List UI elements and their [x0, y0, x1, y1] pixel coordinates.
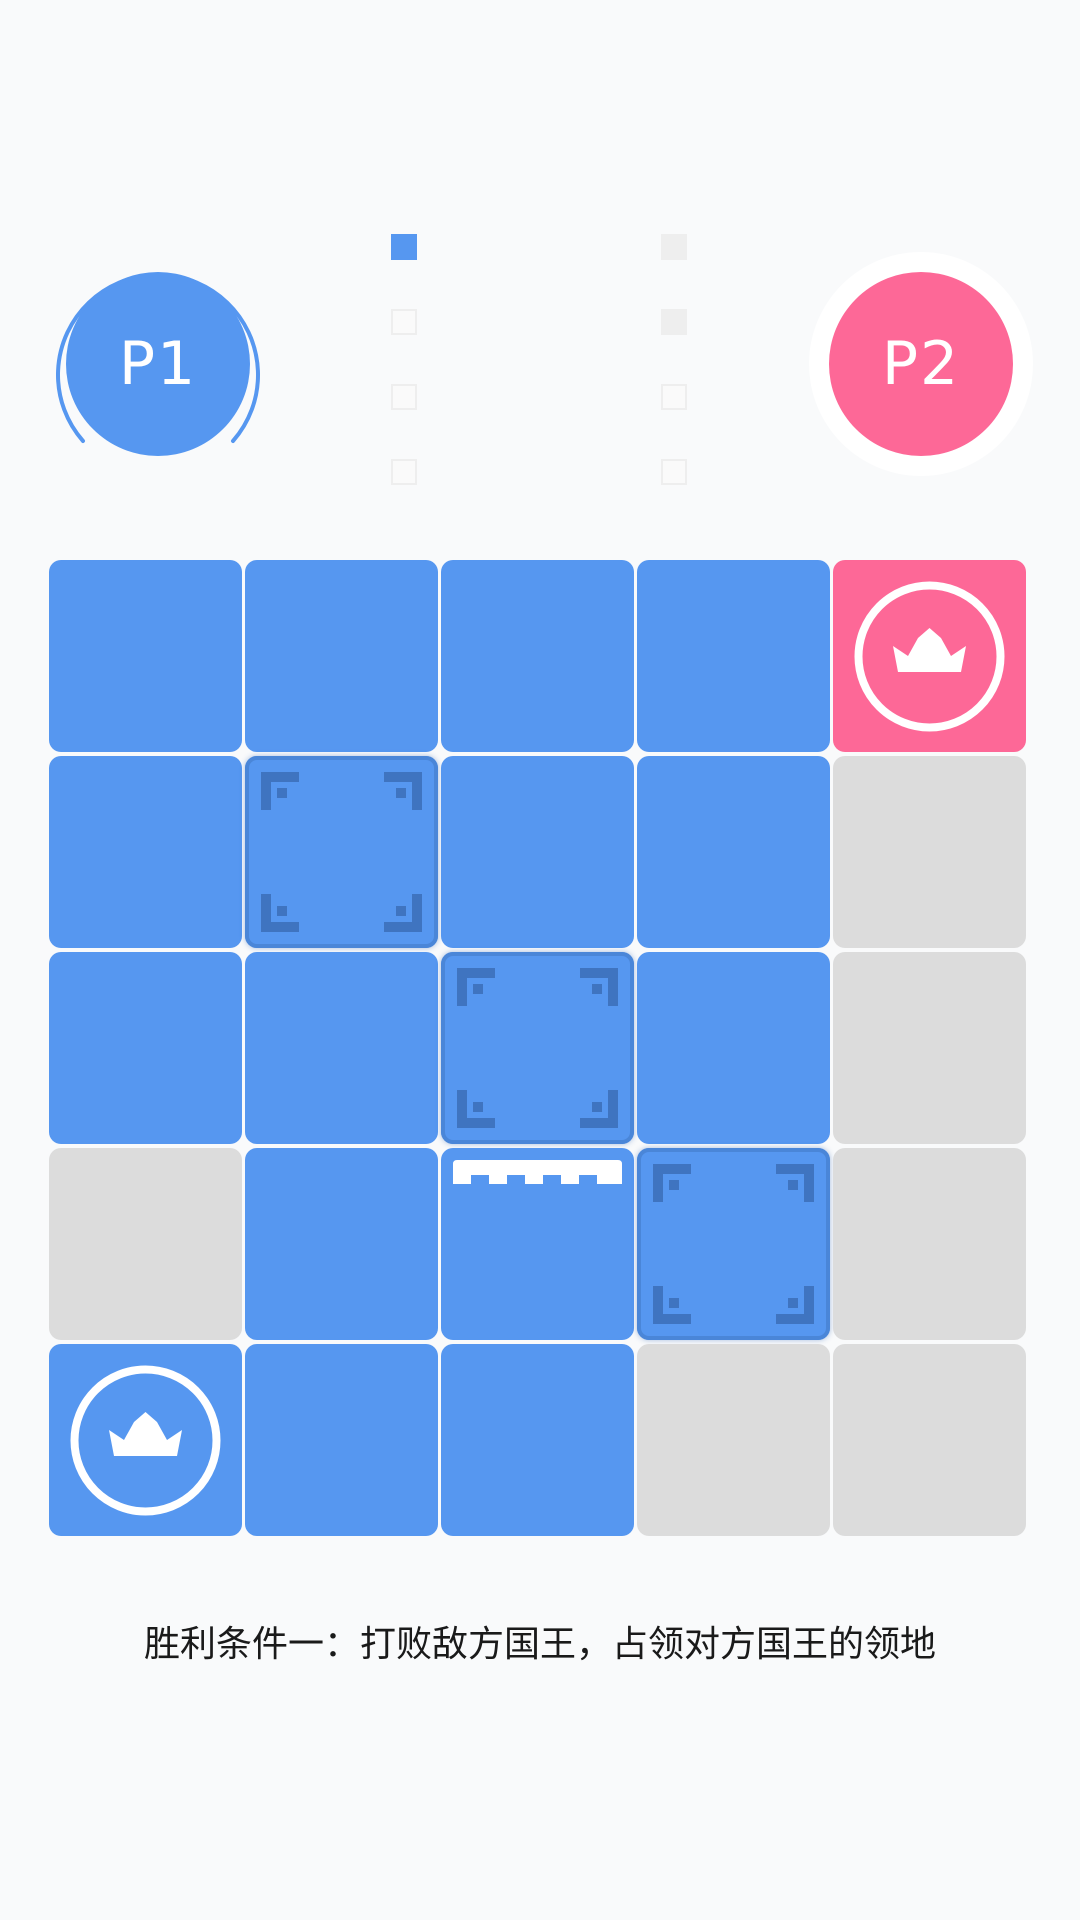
- board-cell[interactable]: [441, 560, 634, 752]
- selectable-cell[interactable]: [441, 952, 634, 1144]
- board-cell[interactable]: [637, 1344, 830, 1536]
- player-2-round-pip: [661, 234, 687, 260]
- board-cell[interactable]: [833, 1344, 1026, 1536]
- board-cell[interactable]: [833, 952, 1026, 1144]
- player-1-label: P1: [118, 329, 198, 399]
- player-2-badge: P2: [809, 252, 1033, 476]
- player-1-round-indicators: [391, 234, 419, 534]
- board-cell[interactable]: [49, 560, 242, 752]
- king-cell-p1[interactable]: [49, 1344, 242, 1536]
- king-cell-p2[interactable]: [833, 560, 1026, 752]
- player-2-round-pip: [661, 459, 687, 485]
- player-1-round-pip: [391, 234, 417, 260]
- player-2-round-indicators: [661, 234, 689, 534]
- corner-brackets-icon: [457, 968, 618, 1128]
- board-cell[interactable]: [833, 1148, 1026, 1340]
- board-cell[interactable]: [49, 1148, 242, 1340]
- board-cell[interactable]: [49, 952, 242, 1144]
- player-2-round-pip: [661, 384, 687, 410]
- rampart-icon: [453, 1160, 622, 1184]
- player-1-badge: P1: [56, 272, 260, 456]
- corner-brackets-icon: [261, 772, 422, 932]
- board-cell[interactable]: [245, 952, 438, 1144]
- board-cell[interactable]: [245, 1344, 438, 1536]
- player-1-round-pip: [391, 459, 417, 485]
- player-2-label: P2: [881, 329, 961, 399]
- board-cell[interactable]: [245, 1148, 438, 1340]
- board-cell[interactable]: [637, 560, 830, 752]
- selectable-cell[interactable]: [245, 756, 438, 948]
- board-cell[interactable]: [441, 1344, 634, 1536]
- board-cell[interactable]: [637, 952, 830, 1144]
- board-cell[interactable]: [833, 756, 1026, 948]
- player-1-round-pip: [391, 384, 417, 410]
- player-1-round-pip: [391, 309, 417, 335]
- corner-brackets-icon: [653, 1164, 814, 1324]
- victory-condition-caption: 胜利条件一：打败敌方国王，占领对方国王的领地: [143, 1624, 936, 1665]
- board-cell[interactable]: [245, 560, 438, 752]
- board-cell[interactable]: [49, 756, 242, 948]
- board-cell[interactable]: [637, 756, 830, 948]
- crown-icon: [854, 581, 1005, 732]
- selectable-cell[interactable]: [637, 1148, 830, 1340]
- player-2-round-pip: [661, 309, 687, 335]
- game-board: [49, 560, 1028, 1536]
- crown-icon: [70, 1365, 221, 1516]
- board-cell[interactable]: [441, 756, 634, 948]
- wall-cell[interactable]: [441, 1148, 634, 1340]
